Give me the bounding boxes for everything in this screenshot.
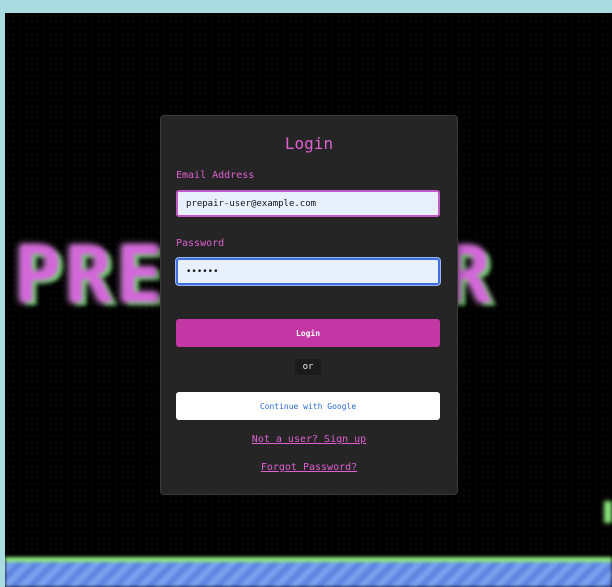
login-button[interactable]: Login [176,319,440,347]
signup-link[interactable]: Not a user? Sign up [161,434,457,445]
or-divider: or [295,359,321,375]
email-input[interactable] [176,190,440,217]
backdrop-glow-fragment [604,501,612,523]
email-label: Email Address [176,170,255,181]
forgot-password-link[interactable]: Forgot Password? [161,462,457,473]
app-background: PRE AIR Login Email Address Password Log… [5,13,612,587]
backdrop-title-left: PRE [15,231,168,321]
backdrop-bottom-strip [5,557,612,587]
login-title: Login [284,134,334,153]
password-label: Password [176,238,225,249]
password-input[interactable] [176,258,440,285]
google-signin-button[interactable]: Continue with Google [176,392,440,420]
login-card: Login Email Address Password Login or Co… [160,115,458,495]
